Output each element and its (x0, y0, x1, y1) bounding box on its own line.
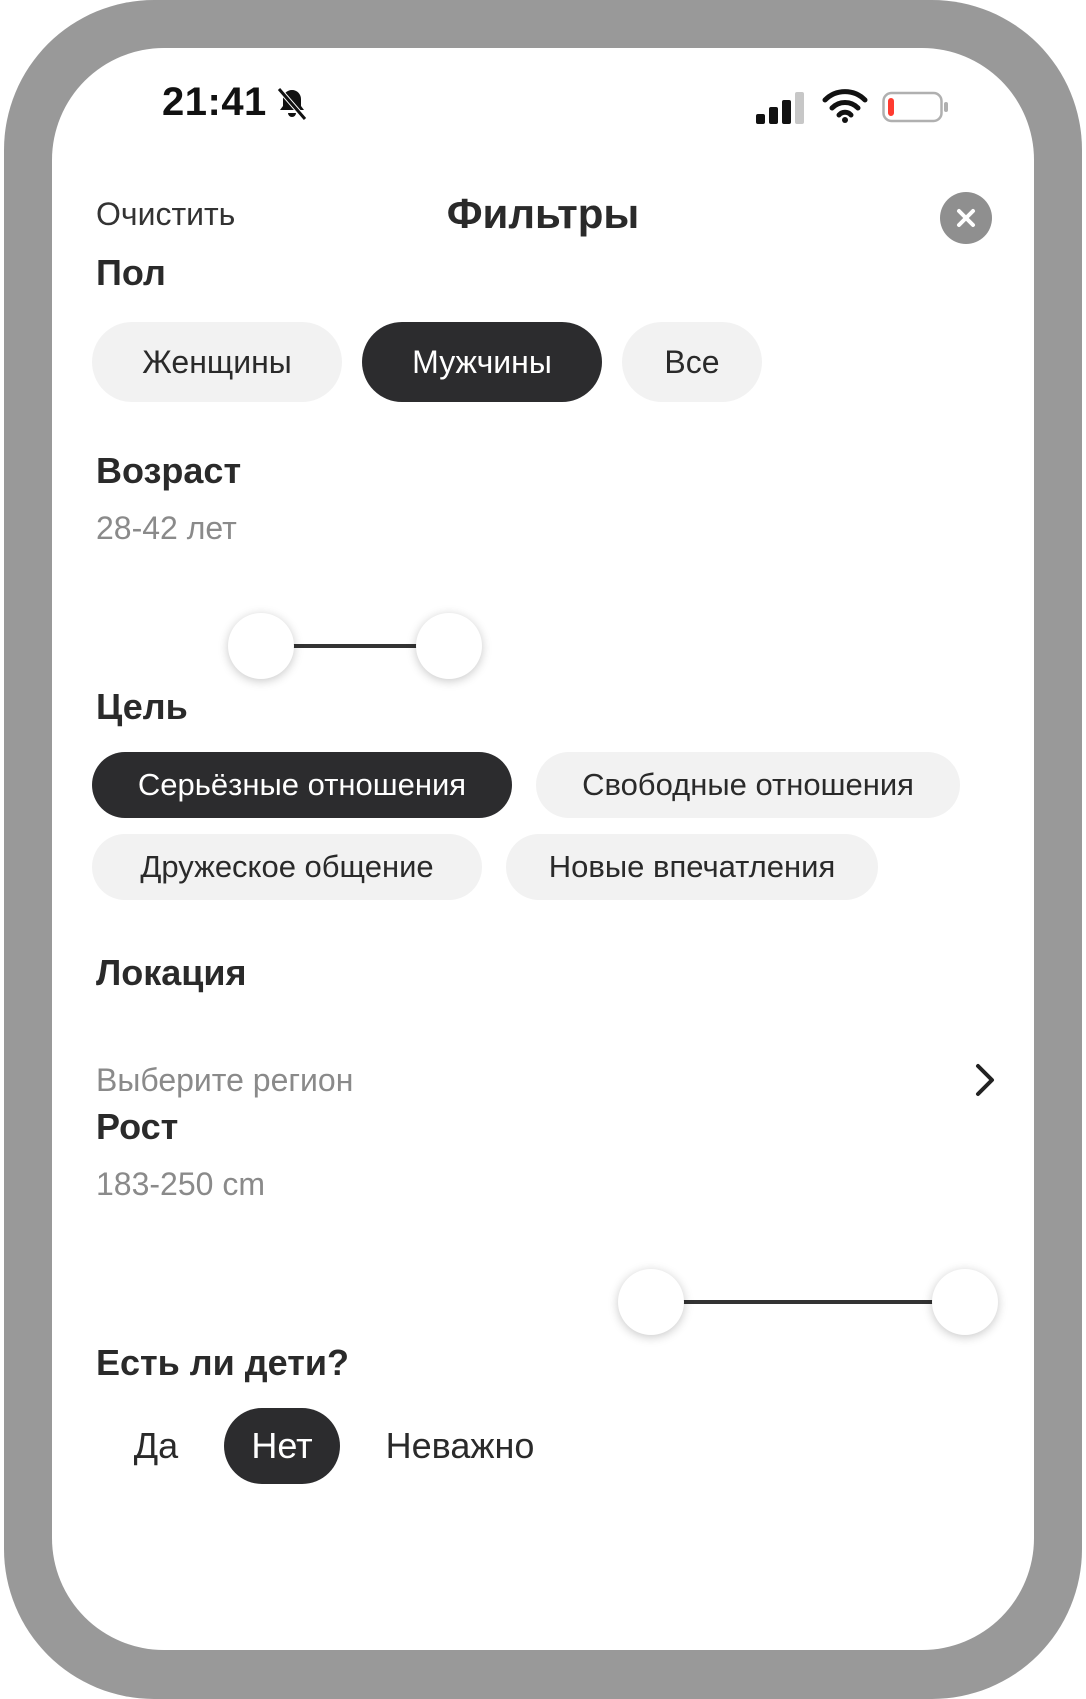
location-placeholder: Выберите регион (96, 1062, 354, 1098)
height-title: Рост (96, 1106, 179, 1147)
device-frame: 21:41 Очистить Фильтры Пол Женщины Мужчи… (4, 0, 1082, 1699)
goal-title: Цель (96, 686, 188, 727)
cellular-signal-icon (756, 92, 804, 124)
age-max-thumb[interactable] (416, 613, 482, 679)
height-min-thumb[interactable] (618, 1269, 684, 1335)
age-title: Возраст (96, 450, 242, 491)
goal-option-free[interactable]: Свободные отношения (536, 752, 960, 818)
age-min-thumb[interactable] (228, 613, 294, 679)
height-slider-track (652, 1300, 942, 1304)
goal-option-new-experiences[interactable]: Новые впечатления (506, 834, 878, 900)
gender-option-men[interactable]: Мужчины (362, 322, 602, 402)
battery-low-icon (882, 91, 948, 123)
children-option-no[interactable]: Нет (224, 1408, 340, 1484)
location-title: Локация (96, 952, 247, 993)
goal-option-friendly[interactable]: Дружеское общение (92, 834, 482, 900)
gender-option-women[interactable]: Женщины (92, 322, 342, 402)
wifi-icon (822, 89, 868, 123)
children-option-doesnt-matter[interactable]: Неважно (360, 1408, 560, 1484)
bell-slash-icon (277, 87, 307, 121)
status-time: 21:41 (162, 80, 267, 124)
chevron-right-icon (976, 1064, 994, 1096)
close-icon (957, 209, 975, 227)
location-selector[interactable]: Выберите регион (52, 1048, 1034, 1112)
children-title: Есть ли дети? (96, 1342, 349, 1383)
screen: 21:41 Очистить Фильтры Пол Женщины Мужчи… (52, 48, 1034, 1650)
page-title: Фильтры (446, 190, 640, 237)
gender-option-all[interactable]: Все (622, 322, 762, 402)
age-value: 28-42 лет (96, 510, 237, 546)
gender-title: Пол (96, 252, 166, 293)
goal-option-serious[interactable]: Серьёзные отношения (92, 752, 512, 818)
children-option-yes[interactable]: Да (96, 1408, 216, 1484)
height-max-thumb[interactable] (932, 1269, 998, 1335)
close-button[interactable] (940, 192, 992, 244)
height-value: 183-250 cm (96, 1166, 265, 1202)
